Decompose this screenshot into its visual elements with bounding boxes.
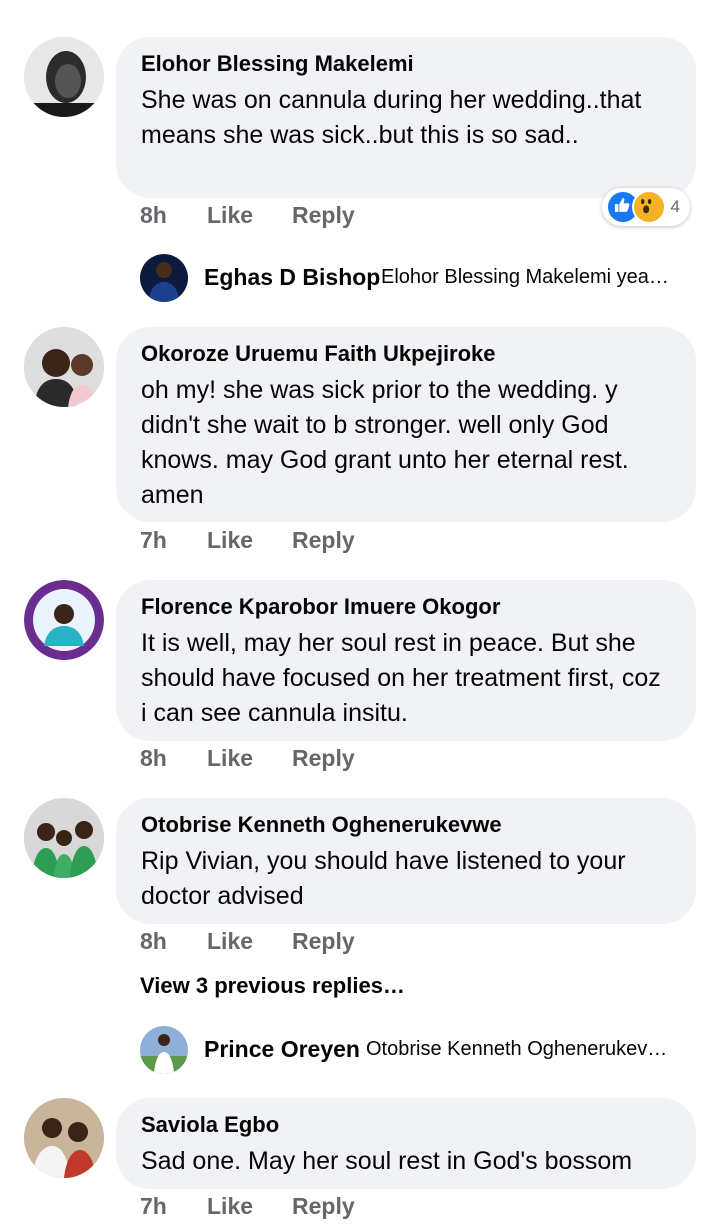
reply-button[interactable]: Reply	[292, 928, 355, 955]
comment-author[interactable]: Florence Kparobor Imuere Okogor	[141, 592, 672, 622]
like-button[interactable]: Like	[207, 928, 253, 955]
reaction-count: 4	[670, 197, 680, 216]
comment-bubble[interactable]: Saviola Egbo Sad one. May her soul rest …	[116, 1098, 696, 1189]
reply-preview[interactable]: Prince Oreyen Otobrise Kenneth Ogheneruk…	[140, 1026, 700, 1074]
comment-bubble[interactable]: Okoroze Uruemu Faith Ukpejiroke oh my! s…	[116, 327, 696, 522]
view-previous-replies-link[interactable]: View 3 previous replies…	[140, 973, 405, 999]
timestamp: 7h	[140, 1193, 167, 1219]
comment-text: Sad one. May her soul rest in God's boss…	[141, 1147, 633, 1175]
comment-text: Rip Vivian, you should have listened to …	[141, 847, 626, 910]
reply-button[interactable]: Reply	[292, 1193, 355, 1220]
avatar[interactable]	[140, 1026, 188, 1074]
comment-bubble[interactable]: Otobrise Kenneth Oghenerukevwe Rip Vivia…	[116, 798, 696, 924]
avatar[interactable]	[24, 798, 104, 878]
comment-text: She was on cannula during her wedding..t…	[141, 86, 642, 149]
like-button[interactable]: Like	[207, 745, 253, 772]
avatar[interactable]	[140, 254, 188, 302]
avatar[interactable]	[24, 580, 104, 660]
like-button[interactable]: Like	[207, 1193, 253, 1220]
comment-text: oh my! she was sick prior to the wedding…	[141, 376, 629, 509]
reply-button[interactable]: Reply	[292, 202, 355, 229]
wow-reaction-icon	[631, 190, 666, 224]
timestamp: 8h	[140, 745, 167, 771]
reply-button[interactable]: Reply	[292, 527, 355, 554]
reply-author[interactable]: Eghas D Bishop	[204, 264, 380, 291]
comment-author[interactable]: Okoroze Uruemu Faith Ukpejiroke	[141, 339, 672, 369]
comment-bubble[interactable]: Elohor Blessing Makelemi She was on cann…	[116, 37, 696, 198]
reply-preview[interactable]: Eghas D Bishop Elohor Blessing Makelemi …	[140, 254, 700, 302]
comment-author[interactable]: Saviola Egbo	[141, 1110, 672, 1140]
comment-bubble[interactable]: Florence Kparobor Imuere Okogor It is we…	[116, 580, 696, 741]
timestamp: 8h	[140, 202, 167, 228]
reply-button[interactable]: Reply	[292, 745, 355, 772]
like-button[interactable]: Like	[207, 527, 253, 554]
reply-text: Elohor Blessing Makelemi yea…	[381, 266, 669, 288]
like-button[interactable]: Like	[207, 202, 253, 229]
timestamp: 8h	[140, 928, 167, 954]
reply-text: Otobrise Kenneth Oghenerukev…	[366, 1038, 668, 1060]
avatar[interactable]	[24, 327, 104, 407]
reaction-summary[interactable]: 4	[601, 188, 690, 226]
timestamp: 7h	[140, 527, 167, 553]
avatar[interactable]	[24, 37, 104, 117]
comment-author[interactable]: Elohor Blessing Makelemi	[141, 49, 672, 79]
comment-author[interactable]: Otobrise Kenneth Oghenerukevwe	[141, 810, 672, 840]
comment-text: It is well, may her soul rest in peace. …	[141, 629, 661, 727]
reply-author[interactable]: Prince Oreyen	[204, 1036, 360, 1063]
avatar[interactable]	[24, 1098, 104, 1178]
